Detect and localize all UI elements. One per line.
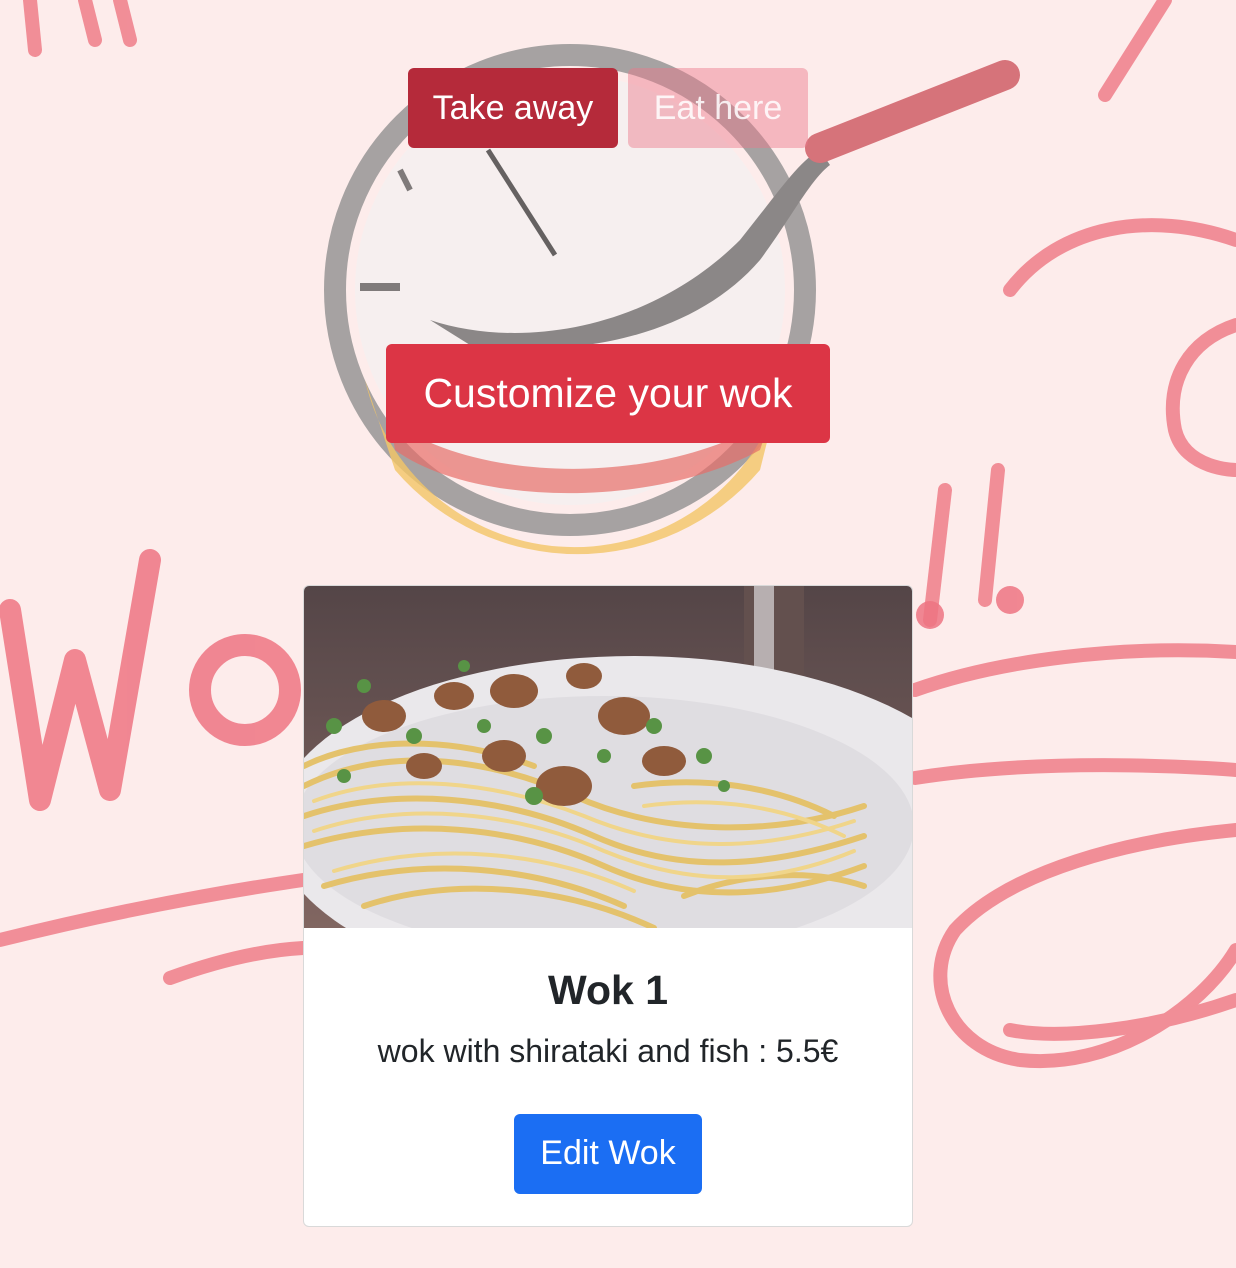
wok-card: Wok 1 wok with shirataki and fish : 5.5€… bbox=[303, 585, 913, 1227]
edit-wok-button[interactable]: Edit Wok bbox=[514, 1113, 702, 1194]
customize-wok-button[interactable]: Customize your wok bbox=[386, 344, 830, 443]
wok-image bbox=[304, 586, 912, 928]
order-mode-toggle: Take away Eat here bbox=[408, 68, 808, 148]
wok-title: Wok 1 bbox=[548, 967, 668, 1013]
wok-card-body: Wok 1 wok with shirataki and fish : 5.5€… bbox=[304, 966, 912, 1194]
take-away-button[interactable]: Take away bbox=[408, 68, 618, 148]
eat-here-button[interactable]: Eat here bbox=[628, 68, 808, 148]
wok-description: wok with shirataki and fish : 5.5€ bbox=[377, 1033, 839, 1070]
